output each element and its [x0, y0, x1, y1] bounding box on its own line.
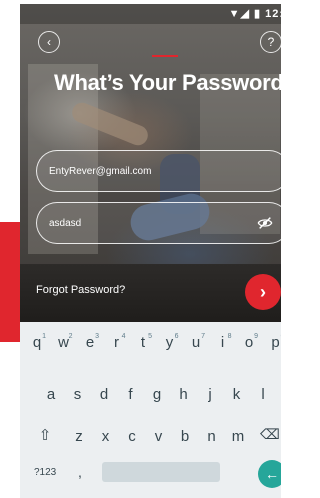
email-field[interactable]: EntyRever@gmail.com [36, 150, 281, 192]
status-bar: ▼◢ ▮ 12: [20, 4, 281, 24]
key-number-hint: 2 [68, 333, 73, 340]
key-e[interactable]: e3 [79, 328, 101, 358]
next-button[interactable]: › [245, 274, 281, 310]
key-n[interactable]: n [201, 422, 223, 452]
key-c[interactable]: c [121, 422, 143, 452]
comma-key[interactable]: , [78, 464, 82, 480]
key-number-hint: 5 [148, 333, 152, 340]
back-button[interactable]: ‹ [38, 31, 60, 53]
keyboard-row-1: q1w2e3r4t5y6u7i8o9p0 [20, 328, 281, 368]
key-d[interactable]: d [93, 380, 115, 410]
screen: ▼◢ ▮ 12: ‹ ? What’s Your Password? EntyR… [0, 0, 281, 498]
key-z[interactable]: z [68, 422, 90, 452]
key-y[interactable]: y6 [159, 328, 181, 358]
symbols-key[interactable]: ?123 [34, 467, 56, 478]
password-field[interactable]: asdasd [36, 202, 281, 244]
key-q[interactable]: q1 [26, 328, 48, 358]
eye-slash-icon[interactable] [257, 215, 273, 231]
key-h[interactable]: h [173, 380, 195, 410]
key-f[interactable]: f [120, 380, 142, 410]
key-m[interactable]: m [227, 422, 249, 452]
password-value: asdasd [49, 217, 82, 229]
key-p[interactable]: p0 [265, 328, 281, 358]
key-o[interactable]: o9 [238, 328, 260, 358]
key-number-hint: 7 [201, 333, 205, 340]
key-k[interactable]: k [226, 380, 248, 410]
key-t[interactable]: t5 [132, 328, 154, 358]
chevron-right-icon: › [260, 281, 266, 302]
key-v[interactable]: v [148, 422, 170, 452]
key-g[interactable]: g [146, 380, 168, 410]
key-i[interactable]: i8 [212, 328, 234, 358]
key-x[interactable]: x [95, 422, 117, 452]
keyboard-row-2: asdfghjkl [20, 380, 281, 420]
backspace-key[interactable]: ⌫ [260, 426, 281, 448]
key-number-hint: 3 [95, 333, 99, 340]
key-number-hint: 8 [227, 333, 232, 340]
status-icons: ▼◢ ▮ 12: [228, 8, 281, 20]
key-number-hint: 6 [174, 333, 179, 340]
page-title: What’s Your Password? [54, 70, 281, 95]
title-accent-line [152, 55, 178, 57]
key-r[interactable]: r4 [106, 328, 128, 358]
key-s[interactable]: s [67, 380, 89, 410]
key-number-hint: 9 [254, 333, 258, 340]
email-value: EntyRever@gmail.com [49, 165, 152, 177]
enter-key[interactable]: ← [258, 460, 281, 488]
help-button[interactable]: ? [260, 31, 281, 53]
key-number-hint: 1 [42, 333, 46, 340]
key-a[interactable]: a [40, 380, 62, 410]
keyboard-row-3: zxcvbnm [20, 422, 281, 462]
key-b[interactable]: b [174, 422, 196, 452]
key-l[interactable]: l [252, 380, 274, 410]
help-icon: ? [267, 35, 275, 49]
phone-screen: ▼◢ ▮ 12: ‹ ? What’s Your Password? EntyR… [20, 4, 281, 498]
shift-key[interactable]: ⇧ [34, 426, 56, 448]
key-number-hint: 4 [121, 333, 126, 340]
forgot-password-link[interactable]: Forgot Password? [36, 284, 125, 296]
key-j[interactable]: j [199, 380, 221, 410]
key-u[interactable]: u7 [185, 328, 207, 358]
back-icon: ‹ [47, 35, 51, 49]
space-key[interactable] [102, 462, 220, 482]
soft-keyboard: q1w2e3r4t5y6u7i8o9p0 asdfghjkl zxcvbnm ⇧… [20, 322, 281, 498]
key-w[interactable]: w2 [53, 328, 75, 358]
